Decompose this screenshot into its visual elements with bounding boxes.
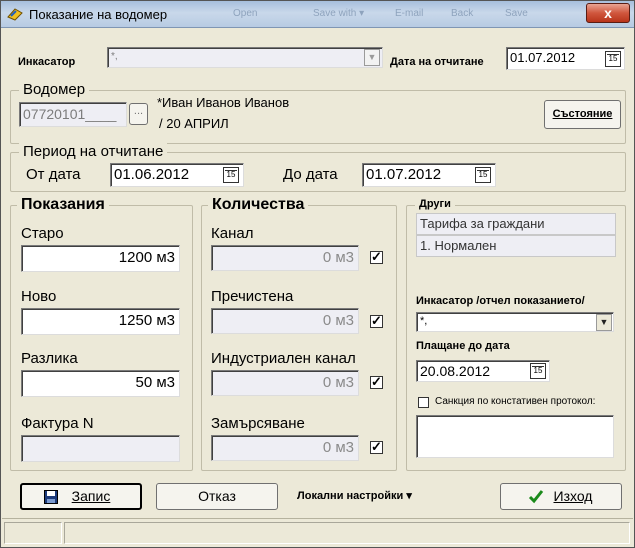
collector-reported-select[interactable]: *, [416,312,614,332]
window: Показание на водомер Open Save with ▾ E-… [0,0,635,548]
collector-reported-label: Инкасатор /отчел показанието/ [416,295,585,307]
reading-date-label: Дата на отчитане [390,56,484,68]
difference-field[interactable]: 50 м3 [21,370,180,397]
new-reading-field[interactable]: 1250 м3 [21,308,180,335]
chevron-down-icon: ▾ [406,490,412,502]
meter-group-title: Водомер [19,81,90,98]
save-button-label: Запис [71,488,111,504]
difference-label: Разлика [21,350,78,367]
pay-until-label: Плащане до дата [416,340,510,352]
quantity-field[interactable]: 0 м3 [211,245,359,271]
quantity-checkbox[interactable]: ✓ [370,440,383,454]
calendar-icon[interactable]: 15 [530,363,546,379]
chevron-down-icon[interactable]: ▼ [364,49,380,66]
exit-button[interactable]: Изход [500,483,622,510]
meter-address: / 20 АПРИЛ [159,116,229,131]
category-field: 1. Нормален [416,235,616,257]
quantity-checkbox[interactable]: ✓ [370,375,383,389]
title-bar[interactable]: Показание на водомер Open Save with ▾ E-… [1,1,634,28]
quantity-field[interactable]: 0 м3 [211,308,359,334]
collector-select[interactable]: *, [107,47,383,68]
ghost-toolbar-item: E-mail [395,8,424,19]
status-bar [2,518,633,547]
status-pane [64,522,630,544]
sanction-text-field[interactable] [416,415,614,458]
checkmark-icon [528,490,544,504]
old-reading-field[interactable]: 1200 м3 [21,245,180,272]
window-title: Показание на водомер [29,7,168,22]
local-settings-label: Локални настройки [297,490,404,502]
period-to-label: До дата [283,166,338,183]
quantity-checkbox[interactable]: ✓ [370,314,383,328]
calendar-icon[interactable]: 15 [475,167,491,183]
ghost-toolbar-item: Open [233,8,258,19]
quantity-label: Пречистена [211,288,294,305]
meter-number-field[interactable]: 07720101____ [19,102,127,127]
tariff-field: Тарифа за граждани [416,213,616,235]
readings-group-title: Показания [17,196,109,214]
ghost-toolbar-item: Save with ▾ [313,8,365,19]
ghost-toolbar-item: Save [505,8,528,19]
sanction-label: Санкция по констативен протокол: [435,396,596,407]
app-icon [7,8,23,21]
status-pane [4,522,62,544]
collector-label: Инкасатор [18,56,76,68]
meter-browse-button[interactable]: ... [129,103,148,125]
save-button[interactable]: Запис [20,483,142,510]
close-button[interactable]: x [586,3,630,23]
close-icon: x [604,5,612,21]
quantity-label: Замърсяване [211,415,305,432]
calendar-icon[interactable]: 15 [223,167,239,183]
others-group-title: Други [415,198,455,210]
invoice-field[interactable] [21,435,180,462]
quantities-group-title: Количества [208,196,309,214]
local-settings-menu[interactable]: Локални настройки ▾ [297,489,412,502]
period-group-title: Период на отчитане [19,143,168,160]
old-reading-label: Старо [21,225,64,242]
chevron-down-icon[interactable]: ▼ [596,314,612,331]
ghost-toolbar-item: Back [451,8,474,19]
sanction-checkbox[interactable] [418,397,429,408]
status-button[interactable]: Състояние [544,100,621,129]
new-reading-label: Ново [21,288,57,305]
calendar-icon[interactable]: 15 [605,51,621,67]
period-from-label: От дата [26,166,81,183]
cancel-button[interactable]: Отказ [156,483,278,510]
invoice-label: Фактура N [21,415,94,432]
quantity-label: Канал [211,225,254,242]
save-icon [44,490,58,504]
exit-button-label: Изход [553,488,593,504]
quantity-field[interactable]: 0 м3 [211,435,359,461]
quantity-field[interactable]: 0 м3 [211,370,359,396]
quantity-label: Индустриален канал [211,350,356,367]
dialog-body: Инкасатор *, ▼ Дата на отчитане 01.07.20… [2,28,633,547]
meter-owner: *Иван Иванов Иванов [157,95,290,110]
quantity-checkbox[interactable]: ✓ [370,250,383,264]
